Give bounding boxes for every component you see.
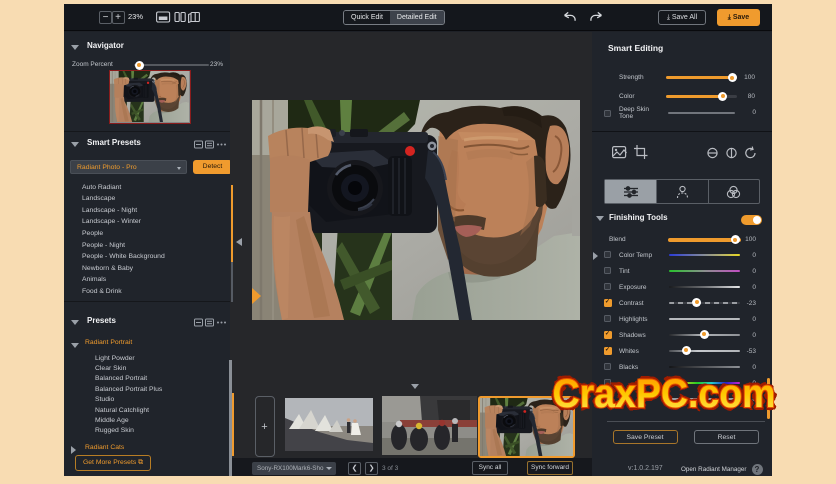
svg-text:CraxPC.com: CraxPC.com <box>553 372 776 416</box>
